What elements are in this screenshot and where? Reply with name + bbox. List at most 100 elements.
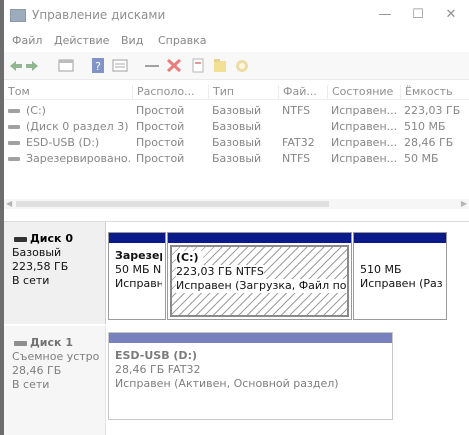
partition-status: Исправен (Активен, Основной раздел) [115,377,339,390]
partition-body: ESD-USB (D:) 28,46 ГБ FAT32 Исправен (Ак… [112,346,389,416]
volume-icon [8,141,20,145]
column-header-type[interactable]: Тип [208,85,278,99]
partition-size: 510 МБ [360,263,402,276]
column-header-status[interactable]: Состояние [327,85,400,99]
scroll-left-arrow-icon[interactable]: ◀ [6,199,12,208]
disk-icon [14,341,27,346]
folder-icon[interactable] [212,58,228,73]
table-row[interactable]: ESD-USB (D:) Простой Базовый FAT32 Испра… [4,135,469,150]
table-row[interactable]: (C:) Простой Базовый NTFS Исправен... 22… [4,103,469,118]
cell-status: Исправен... [331,136,398,149]
toolbar: ? [4,52,469,80]
cell-status: Исправен... [331,104,398,117]
disk-0-status: В сети [12,274,50,287]
disk-management-window: Управление дисками — ☐ ✕ Файл Действие В… [4,0,469,435]
cell-capacity: 28,46 ГБ [404,136,454,149]
disk-icon [14,237,27,242]
disk-graphical-view: Диск 0 Базовый 223,58 ГБ В сети Зарезер … [4,222,469,435]
console-tree-icon[interactable] [58,58,74,73]
cell-filesystem: NTFS [282,104,311,117]
delete-icon[interactable] [166,58,182,73]
scrollbar-thumb[interactable] [16,201,329,207]
cell-type: Базовый [212,120,262,133]
partition-bar [354,233,446,243]
partition-bar [168,233,351,243]
cell-status: Исправен... [331,120,398,133]
close-button[interactable]: ✕ [440,6,462,24]
disk-0-label[interactable]: Диск 0 Базовый 223,58 ГБ В сети [4,222,106,324]
disk-management-app-icon [10,9,26,22]
disk-1-name: Диск 1 [12,336,105,350]
disk-1-type: Съемное устро [12,350,100,363]
cell-type: Базовый [212,152,262,165]
disk-1-label[interactable]: Диск 1 Съемное устро 28,46 ГБ В сети [4,326,106,435]
volume-list: Том Располо... Тип Фай... Состояние Ёмко… [4,82,469,214]
scroll-right-arrow-icon[interactable]: ▶ [461,199,467,208]
menu-help[interactable]: Справка [158,34,206,47]
cell-filesystem: NTFS [282,152,311,165]
cell-filesystem: FAT32 [282,136,315,149]
column-header-layout[interactable]: Располо... [132,85,208,99]
partition-size: 50 МБ N [115,263,162,276]
cell-type: Базовый [212,136,262,149]
partition-status: Исправен (Загрузка, Файл подк [176,279,347,293]
menu-bar: Файл Действие Вид Справка [4,31,469,51]
column-header-volume[interactable]: Том [4,85,132,99]
cell-layout: Простой [136,136,185,149]
help-icon[interactable]: ? [90,58,106,73]
back-arrow-icon[interactable] [10,61,22,71]
partition-status: Исправен (Раз [360,277,443,290]
window-title: Управление дисками [32,8,166,22]
partition-title [360,249,443,263]
menu-action[interactable]: Действие [54,34,109,47]
partition-c[interactable]: (C:) 223,03 ГБ NTFS Исправен (Загрузка, … [167,232,352,320]
partition-title: (C:) [176,251,203,265]
partition-body-selected: (C:) 223,03 ГБ NTFS Исправен (Загрузка, … [170,245,349,317]
wizard-icon[interactable] [234,58,250,73]
cell-volume: ESD-USB (D:) [26,136,100,149]
disk-0-type: Базовый [12,246,62,259]
disk-1-status: В сети [12,378,50,391]
partition-bar [109,233,165,243]
cell-capacity: 510 МБ [404,120,446,133]
volume-list-header: Том Располо... Тип Фай... Состояние Ёмко… [4,82,469,100]
table-row[interactable]: Зарезервировано... Простой Базовый NTFS … [4,151,469,166]
properties-icon[interactable] [190,58,206,73]
partition-body: 510 МБ Исправен (Раз [357,246,443,316]
cell-layout: Простой [136,152,185,165]
cell-volume: (Диск 0 раздел 3) [26,120,129,133]
connect-icon[interactable] [144,58,160,73]
cell-layout: Простой [136,104,185,117]
menu-view[interactable]: Вид [121,34,143,47]
column-header-filesystem[interactable]: Фай... [278,85,327,99]
partition-status: Исправн [115,277,162,290]
minimize-button[interactable]: — [374,6,396,24]
column-header-capacity[interactable]: Ёмкость [400,85,469,99]
cell-volume: (C:) [26,104,46,117]
partition-bar [109,333,392,343]
cell-volume: Зарезервировано... [26,152,132,165]
cell-type: Базовый [212,104,262,117]
volume-icon [8,157,20,161]
horizontal-scrollbar[interactable]: ◀ ▶ [4,199,469,209]
menu-file[interactable]: Файл [12,34,42,47]
partition-reserved[interactable]: Зарезер 50 МБ N Исправн [108,232,166,320]
partition-size: 223,03 ГБ NTFS [176,265,264,279]
pane-splitter[interactable] [4,214,469,222]
refresh-icon[interactable] [112,58,128,73]
partition-esd-usb[interactable]: ESD-USB (D:) 28,46 ГБ FAT32 Исправен (Ак… [108,332,393,420]
title-bar: Управление дисками — ☐ ✕ [4,0,469,30]
cell-layout: Простой [136,120,185,133]
partition-disk0-part3[interactable]: 510 МБ Исправен (Раз [353,232,447,320]
volume-icon [8,109,20,113]
maximize-button[interactable]: ☐ [407,6,429,24]
table-row[interactable]: (Диск 0 раздел 3) Простой Базовый Исправ… [4,119,469,134]
cell-status: Исправен... [331,152,398,165]
partition-title: ESD-USB (D:) [115,349,197,362]
disk-1-size: 28,46 ГБ [12,364,62,377]
disk-0-name: Диск 0 [12,232,105,246]
cell-capacity: 50 МБ [404,152,439,165]
disk-0-size: 223,58 ГБ [12,260,69,273]
forward-arrow-icon[interactable] [26,61,38,71]
disk-0-name-text: Диск 0 [30,232,73,245]
